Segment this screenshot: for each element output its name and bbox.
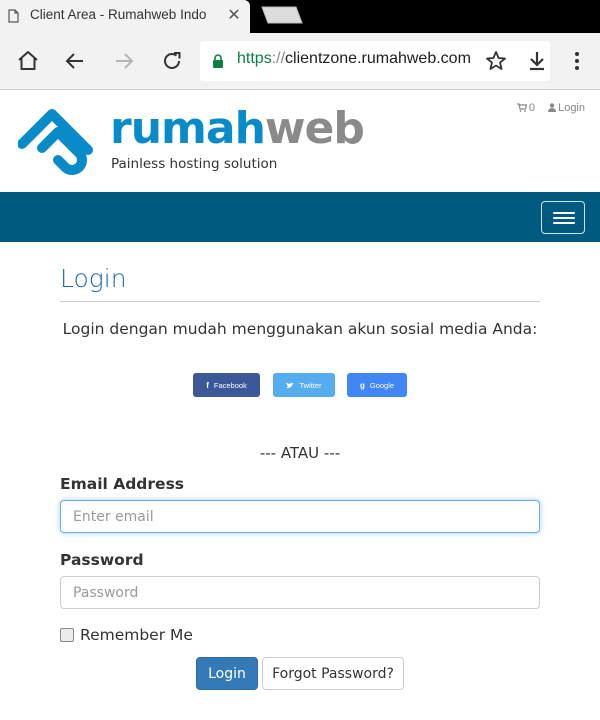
star-icon[interactable] — [484, 49, 508, 73]
login-content: Login Login dengan mudah menggunakan aku… — [60, 242, 540, 720]
remember-me[interactable]: Remember Me — [60, 626, 193, 644]
top-links: 0 Login — [516, 102, 585, 114]
password-input[interactable] — [60, 576, 540, 609]
url-host: clientzone.rumahweb.com — [285, 50, 471, 67]
cart-icon — [516, 103, 527, 112]
google-icon: g — [359, 380, 365, 390]
facebook-icon: f — [206, 380, 209, 390]
main-navbar — [0, 192, 600, 242]
tab-title: Client Area - Rumahweb Indo — [30, 7, 207, 22]
password-label: Password — [60, 551, 144, 569]
page-icon — [8, 9, 19, 23]
or-divider: --- ATAU --- — [259, 444, 341, 462]
url-scheme: https — [237, 50, 272, 67]
url-text: https://clientzone.rumahweb.com — [237, 50, 471, 68]
email-label: Email Address — [60, 475, 185, 493]
page-title: Login — [60, 264, 127, 293]
new-tab-button[interactable] — [258, 6, 304, 24]
reload-icon[interactable] — [160, 49, 184, 73]
hamburger-bar — [553, 217, 575, 219]
remember-me-checkbox[interactable] — [60, 628, 74, 642]
google-login-button[interactable]: g Google — [347, 373, 407, 397]
lock-icon — [213, 54, 223, 68]
cart-count: 0 — [528, 102, 536, 114]
close-icon[interactable]: ✕ — [226, 6, 242, 24]
login-link-label: Login — [558, 102, 585, 114]
login-link[interactable]: Login — [548, 102, 585, 114]
social-login-intro: Login dengan mudah menggunakan akun sosi… — [62, 320, 538, 338]
logo-wordmark[interactable]: rumahweb — [110, 107, 365, 151]
back-icon[interactable] — [63, 49, 87, 73]
browser-toolbar: https://clientzone.rumahweb.com — [0, 33, 600, 90]
twitter-label: Twitter — [299, 380, 322, 390]
google-label: Google — [369, 380, 395, 390]
download-icon[interactable] — [525, 49, 549, 73]
title-divider — [60, 301, 540, 302]
twitter-icon — [286, 381, 295, 388]
url-separator: :// — [271, 50, 286, 67]
browser-tab-strip: Client Area - Rumahweb Indo ✕ — [0, 0, 600, 33]
logo-web: web — [264, 103, 365, 154]
site-header: rumahweb Painless hosting solution 0 Log… — [0, 91, 600, 192]
home-icon[interactable] — [16, 49, 40, 73]
facebook-login-button[interactable]: f Facebook — [193, 373, 260, 397]
browser-tab[interactable]: Client Area - Rumahweb Indo ✕ — [0, 0, 250, 33]
cart-link[interactable]: 0 — [516, 102, 536, 114]
logo-rumah: rumah — [110, 103, 266, 154]
forward-icon[interactable] — [112, 49, 136, 73]
hamburger-bar — [553, 212, 575, 214]
address-bar[interactable]: https://clientzone.rumahweb.com — [200, 41, 550, 81]
social-login-buttons: f Facebook Twitter g Google — [193, 373, 433, 397]
twitter-login-button[interactable]: Twitter — [273, 373, 335, 397]
menu-icon[interactable] — [565, 49, 589, 73]
rumahweb-logo-icon[interactable] — [18, 104, 102, 178]
login-button[interactable]: Login — [196, 657, 258, 690]
logo-tagline: Painless hosting solution — [111, 156, 278, 172]
forgot-password-button[interactable]: Forgot Password? — [262, 657, 404, 690]
email-input[interactable] — [60, 500, 540, 533]
user-icon — [548, 103, 557, 112]
facebook-label: Facebook — [213, 380, 247, 390]
remember-me-label: Remember Me — [80, 626, 193, 644]
hamburger-menu-button[interactable] — [541, 201, 585, 234]
hamburger-bar — [553, 222, 575, 224]
